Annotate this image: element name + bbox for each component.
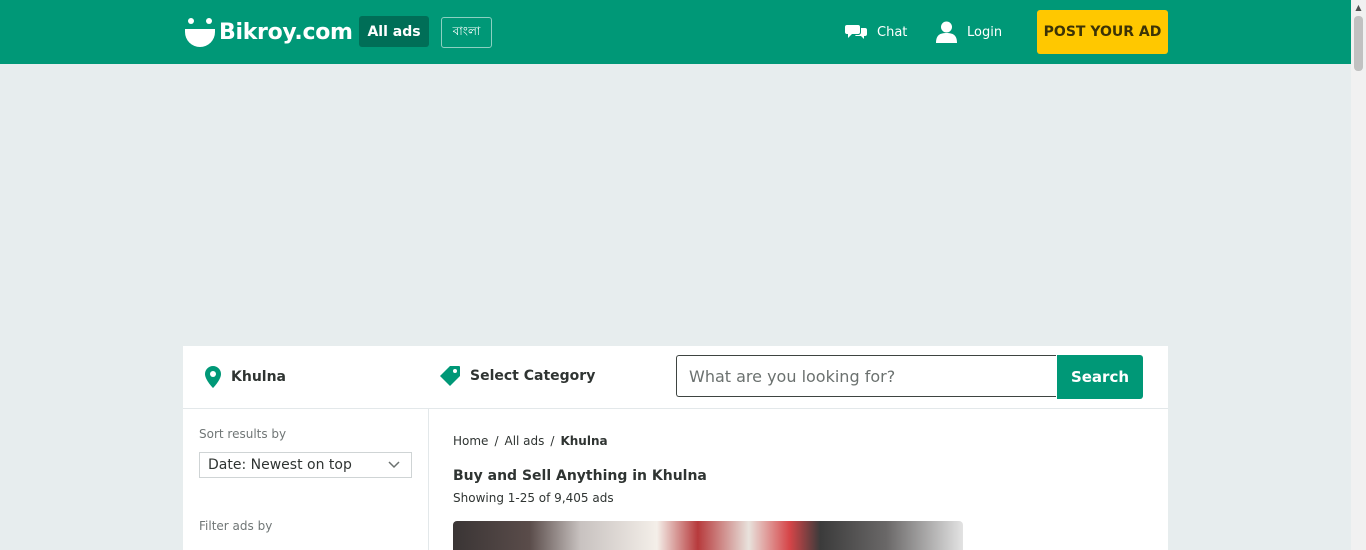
filter-sidebar: Sort results by Date: Newest on top Filt…	[183, 409, 429, 550]
scroll-up-arrow-icon[interactable]: ▲	[1351, 0, 1366, 15]
top-navigation-bar: Bikroy.com All ads বাংলা Chat Login POST…	[0, 0, 1351, 64]
breadcrumb: Home / All ads / Khulna	[453, 434, 608, 448]
user-icon	[936, 21, 957, 43]
location-label: Khulna	[231, 369, 286, 385]
login-link[interactable]: Login	[936, 20, 1002, 44]
bikroy-logo[interactable]: Bikroy.com	[184, 16, 353, 48]
category-label: Select Category	[470, 368, 596, 384]
post-your-ad-button[interactable]: POST YOUR AD	[1037, 10, 1168, 54]
search-input[interactable]	[676, 355, 1056, 397]
featured-ad-image[interactable]	[453, 521, 963, 550]
page-title: Buy and Sell Anything in Khulna	[453, 468, 707, 484]
breadcrumb-all-ads[interactable]: All ads	[504, 434, 544, 448]
all-ads-button[interactable]: All ads	[359, 16, 429, 47]
chat-icon	[845, 25, 867, 39]
listing-panel: Khulna Select Category Search Sort resul…	[183, 346, 1168, 550]
language-toggle-button[interactable]: বাংলা	[441, 17, 492, 48]
category-selector[interactable]: Select Category	[440, 366, 595, 386]
results-count: Showing 1-25 of 9,405 ads	[453, 491, 614, 505]
search-button[interactable]: Search	[1057, 355, 1143, 399]
breadcrumb-separator: /	[550, 434, 555, 448]
search-bar-row: Khulna Select Category Search	[183, 346, 1168, 409]
chat-label: Chat	[877, 24, 908, 40]
location-selector[interactable]: Khulna	[205, 366, 286, 388]
breadcrumb-home[interactable]: Home	[453, 434, 488, 448]
tag-icon	[440, 366, 460, 386]
login-label: Login	[967, 24, 1003, 40]
logo-text: Bikroy.com	[219, 19, 353, 45]
filter-ads-label: Filter ads by	[199, 519, 273, 533]
breadcrumb-separator: /	[494, 434, 499, 448]
chat-link[interactable]: Chat	[845, 20, 907, 44]
location-pin-icon	[205, 366, 221, 388]
bikroy-logo-icon	[184, 17, 216, 47]
breadcrumb-current: Khulna	[560, 434, 608, 448]
scrollbar-thumb[interactable]	[1354, 16, 1363, 71]
chevron-down-icon	[388, 461, 400, 469]
sort-select-value: Date: Newest on top	[208, 457, 352, 473]
sort-results-label: Sort results by	[199, 427, 287, 441]
sort-select[interactable]: Date: Newest on top	[199, 452, 412, 478]
page-scrollbar[interactable]: ▲	[1351, 0, 1366, 550]
